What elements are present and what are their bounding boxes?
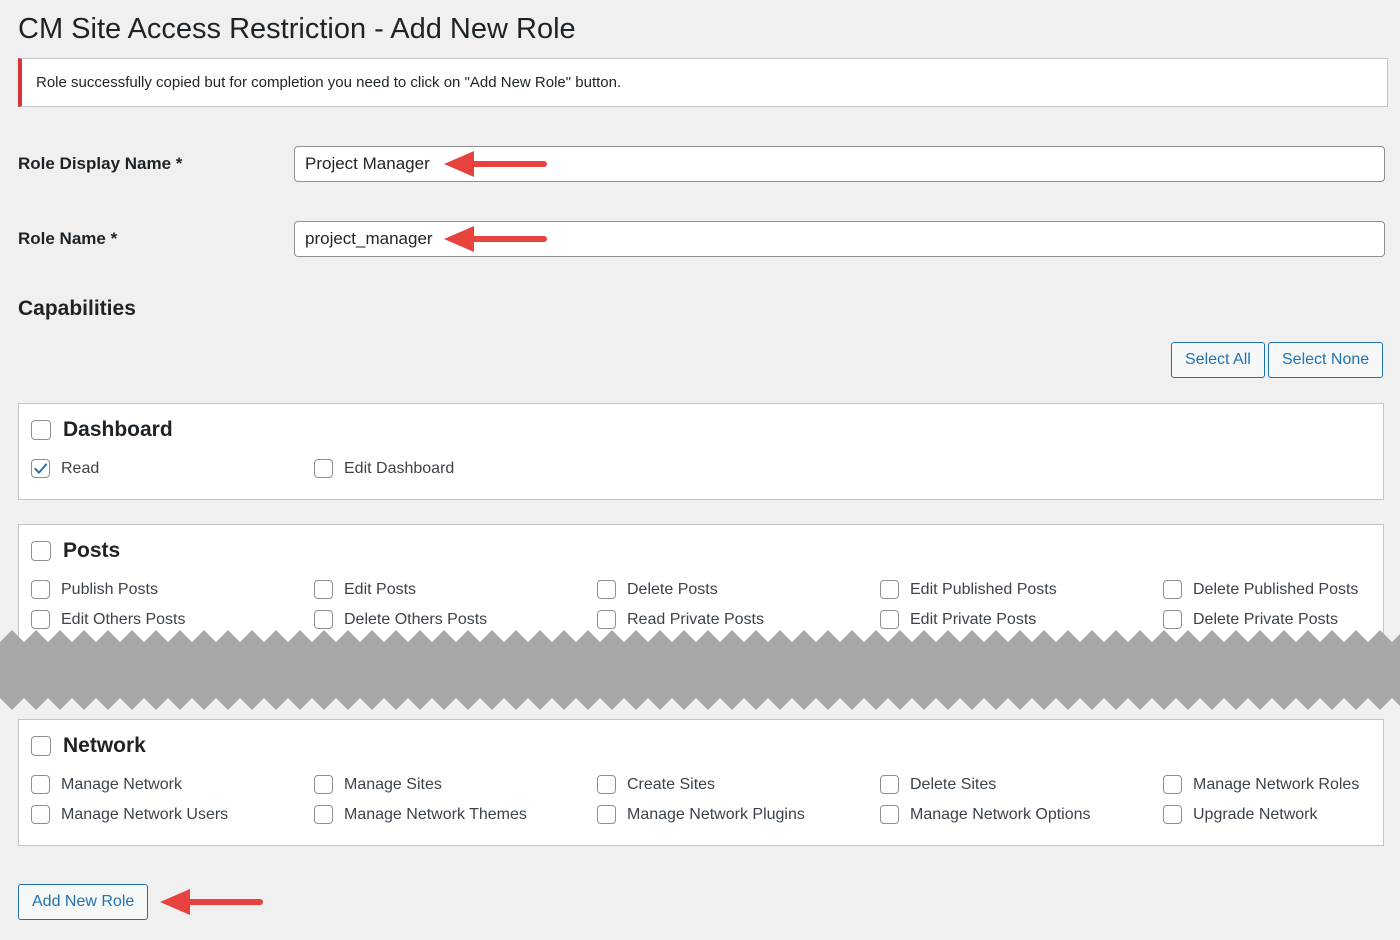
group-title-dashboard: Dashboard	[63, 418, 173, 441]
capability-label: Edit Dashboard	[344, 459, 455, 477]
capability-item[interactable]: Manage Network Roles	[1163, 775, 1359, 794]
group-header-dashboard: Dashboard	[31, 418, 173, 442]
capabilities-title: Capabilities	[18, 297, 136, 320]
torn-edge-separator	[0, 628, 1400, 712]
capability-item[interactable]: Manage Sites	[314, 775, 442, 794]
capability-item[interactable]: Manage Network	[31, 775, 182, 794]
capability-item[interactable]: Edit Posts	[314, 580, 416, 599]
capability-checkbox[interactable]	[880, 610, 899, 629]
check-icon	[34, 463, 48, 474]
capability-label: Delete Private Posts	[1193, 610, 1338, 628]
capability-item[interactable]: Edit Dashboard	[314, 459, 454, 478]
capability-item[interactable]: Delete Others Posts	[314, 610, 487, 629]
capability-label: Publish Posts	[61, 580, 158, 598]
capability-label: Delete Others Posts	[344, 610, 488, 628]
add-new-role-button[interactable]: Add New Role	[18, 884, 149, 920]
capability-item[interactable]: Manage Network Options	[880, 805, 1091, 824]
capability-checkbox[interactable]	[1163, 805, 1182, 824]
group-header-network: Network	[31, 734, 146, 758]
capability-checkbox[interactable]	[1163, 610, 1182, 629]
capability-item[interactable]: Manage Network Plugins	[597, 805, 805, 824]
capability-checkbox[interactable]	[314, 459, 333, 478]
capability-item[interactable]: Create Sites	[597, 775, 715, 794]
capability-checkbox[interactable]	[597, 805, 616, 824]
capability-label: Manage Network Themes	[344, 805, 527, 823]
capability-checkbox[interactable]	[31, 610, 50, 629]
capability-checkbox-read[interactable]	[31, 459, 50, 478]
capability-label: Manage Network Roles	[1193, 775, 1360, 793]
capability-checkbox[interactable]	[880, 805, 899, 824]
capability-item[interactable]: Edit Published Posts	[880, 580, 1057, 599]
capability-label: Delete Posts	[627, 580, 718, 598]
capability-label: Read Private Posts	[627, 610, 764, 628]
capability-checkbox[interactable]	[31, 580, 50, 599]
success-notice: Role successfully copied but for complet…	[18, 58, 1388, 107]
capability-item[interactable]: Edit Others Posts	[31, 610, 186, 629]
capability-item[interactable]: Publish Posts	[31, 580, 158, 599]
capability-item[interactable]: Manage Network Themes	[314, 805, 527, 824]
arrow-left-icon	[444, 151, 547, 177]
group-checkbox-posts[interactable]	[31, 541, 51, 561]
capability-checkbox[interactable]	[314, 610, 333, 629]
group-checkbox-dashboard[interactable]	[31, 420, 51, 440]
capability-checkbox[interactable]	[314, 775, 333, 794]
group-checkbox-network[interactable]	[31, 736, 51, 756]
capability-label: Edit Posts	[344, 580, 417, 598]
select-none-button[interactable]: Select None	[1268, 342, 1384, 378]
capability-checkbox[interactable]	[880, 775, 899, 794]
capability-label: Edit Others Posts	[61, 610, 186, 628]
capability-checkbox[interactable]	[314, 805, 333, 824]
arrow-left-icon	[444, 226, 547, 252]
notice-text: Role successfully copied but for complet…	[36, 74, 622, 91]
capability-checkbox[interactable]	[880, 580, 899, 599]
capability-item[interactable]: Read	[31, 459, 99, 478]
capability-checkbox[interactable]	[1163, 775, 1182, 794]
group-header-posts: Posts	[31, 539, 120, 563]
capability-checkbox[interactable]	[597, 775, 616, 794]
capability-checkbox[interactable]	[597, 580, 616, 599]
arrow-left-icon	[160, 889, 263, 915]
capability-label: Manage Network Plugins	[627, 805, 805, 823]
capability-label: Delete Published Posts	[1193, 580, 1359, 598]
select-all-button[interactable]: Select All	[1171, 342, 1265, 378]
capability-item[interactable]: Upgrade Network	[1163, 805, 1318, 824]
capability-item[interactable]: Delete Private Posts	[1163, 610, 1338, 629]
capability-item[interactable]: Delete Sites	[880, 775, 996, 794]
capability-item[interactable]: Read Private Posts	[597, 610, 764, 629]
capability-checkbox[interactable]	[1163, 580, 1182, 599]
capability-item[interactable]: Manage Network Users	[31, 805, 228, 824]
capability-item[interactable]: Delete Posts	[597, 580, 718, 599]
capability-label: Edit Private Posts	[910, 610, 1037, 628]
capability-label: Create Sites	[627, 775, 716, 793]
capability-item[interactable]: Delete Published Posts	[1163, 580, 1358, 599]
group-title-network: Network	[63, 734, 146, 757]
capability-label: Manage Network Options	[910, 805, 1091, 823]
group-title-posts: Posts	[63, 539, 121, 562]
capability-group-dashboard: Dashboard Read Edit Dashboard	[18, 403, 1384, 500]
capability-label: Edit Published Posts	[910, 580, 1057, 598]
capability-label: Read	[61, 459, 100, 477]
capability-label: Delete Sites	[910, 775, 997, 793]
capability-group-network: Network Manage Network Manage Sites Crea…	[18, 719, 1384, 846]
capability-checkbox[interactable]	[597, 610, 616, 629]
capability-checkbox[interactable]	[31, 775, 50, 794]
role-display-name-label: Role Display Name *	[18, 154, 183, 173]
capability-item[interactable]: Edit Private Posts	[880, 610, 1036, 629]
page-title: CM Site Access Restriction - Add New Rol…	[18, 13, 576, 45]
role-name-label: Role Name *	[18, 229, 118, 248]
capability-label: Upgrade Network	[1193, 805, 1318, 823]
capability-checkbox[interactable]	[314, 580, 333, 599]
capability-label: Manage Network	[61, 775, 182, 793]
capability-checkbox[interactable]	[31, 805, 50, 824]
capability-label: Manage Network Users	[61, 805, 229, 823]
capability-label: Manage Sites	[344, 775, 442, 793]
